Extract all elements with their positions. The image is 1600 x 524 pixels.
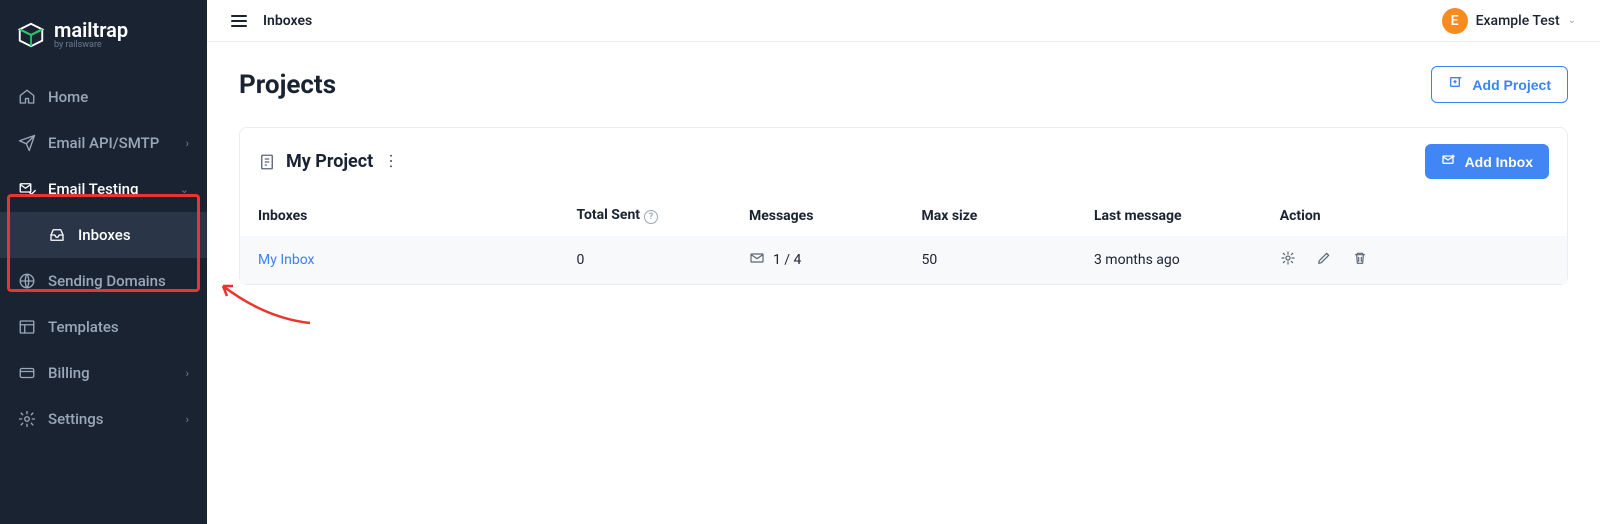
col-messages: Messages bbox=[749, 208, 813, 224]
user-name: Example Test bbox=[1476, 13, 1560, 29]
avatar: E bbox=[1442, 8, 1468, 34]
inboxes-table: Inboxes Total Sent? Messages Max size La… bbox=[240, 195, 1567, 284]
col-action: Action bbox=[1280, 208, 1321, 224]
sidebar-item-sending-domains[interactable]: Sending Domains bbox=[0, 258, 207, 304]
inbox-link[interactable]: My Inbox bbox=[258, 252, 315, 268]
help-icon[interactable]: ? bbox=[644, 210, 658, 224]
main-content: Inboxes E Example Test ⌄ Projects Add Pr… bbox=[207, 0, 1600, 524]
card-icon bbox=[18, 364, 36, 382]
sidebar-subitem-inboxes[interactable]: Inboxes bbox=[0, 212, 207, 258]
chevron-down-icon: ⌄ bbox=[180, 183, 189, 196]
sidebar-item-templates[interactable]: Templates bbox=[0, 304, 207, 350]
project-icon bbox=[258, 153, 276, 171]
sidebar-item-label: Email API/SMTP bbox=[48, 134, 159, 152]
inbox-icon bbox=[48, 226, 66, 244]
sidebar-item-label: Sending Domains bbox=[48, 272, 166, 290]
hamburger-icon[interactable] bbox=[231, 15, 247, 27]
sidebar-item-email-api[interactable]: Email API/SMTP › bbox=[0, 120, 207, 166]
breadcrumb: Inboxes bbox=[263, 13, 312, 29]
envelope-icon bbox=[749, 250, 765, 270]
sidebar-item-label: Home bbox=[48, 88, 88, 106]
add-inbox-label: Add Inbox bbox=[1465, 154, 1533, 170]
mail-check-icon bbox=[18, 180, 36, 198]
logo-icon bbox=[16, 20, 46, 50]
sidebar-item-label: Inboxes bbox=[78, 226, 131, 244]
add-project-button[interactable]: Add Project bbox=[1431, 66, 1568, 103]
cell-total-sent: 0 bbox=[576, 252, 584, 268]
delete-action-icon[interactable] bbox=[1352, 250, 1368, 270]
add-project-icon bbox=[1448, 75, 1464, 94]
chevron-down-icon: ⌄ bbox=[1568, 15, 1576, 26]
project-card: My Project ⋯ Add Inbox Inboxes Total Sen… bbox=[239, 127, 1568, 285]
table-row: My Inbox 0 1 / 4 50 3 months ago bbox=[240, 236, 1567, 284]
col-last-message: Last message bbox=[1094, 208, 1182, 224]
sidebar-nav: Home Email API/SMTP › Email Testing ⌄ In… bbox=[0, 74, 207, 442]
settings-action-icon[interactable] bbox=[1280, 250, 1296, 270]
add-inbox-icon bbox=[1441, 152, 1457, 171]
globe-icon bbox=[18, 272, 36, 290]
chevron-right-icon: › bbox=[186, 413, 189, 426]
page-content: Projects Add Project My Project ⋯ Add In… bbox=[207, 42, 1600, 309]
layout-icon bbox=[18, 318, 36, 336]
cell-max-size: 50 bbox=[921, 252, 937, 268]
sidebar-item-billing[interactable]: Billing › bbox=[0, 350, 207, 396]
add-inbox-button[interactable]: Add Inbox bbox=[1425, 144, 1549, 179]
gear-icon bbox=[18, 410, 36, 428]
col-total-sent: Total Sent bbox=[576, 207, 640, 223]
sidebar-item-label: Billing bbox=[48, 364, 90, 382]
send-icon bbox=[18, 134, 36, 152]
sidebar: mailtrap by railsware Home Email API/SMT… bbox=[0, 0, 207, 524]
sidebar-item-label: Templates bbox=[48, 318, 119, 336]
edit-action-icon[interactable] bbox=[1316, 250, 1332, 270]
chevron-right-icon: › bbox=[186, 367, 189, 380]
cell-last-message: 3 months ago bbox=[1094, 252, 1180, 268]
home-icon bbox=[18, 88, 36, 106]
user-menu-button[interactable]: E Example Test ⌄ bbox=[1442, 8, 1576, 34]
brand-name: mailtrap bbox=[54, 20, 128, 40]
col-inboxes: Inboxes bbox=[258, 208, 307, 224]
kebab-menu-icon[interactable]: ⋯ bbox=[382, 153, 401, 170]
sidebar-item-email-testing[interactable]: Email Testing ⌄ bbox=[0, 166, 207, 212]
sidebar-item-label: Settings bbox=[48, 410, 104, 428]
col-max-size: Max size bbox=[921, 208, 977, 224]
cell-messages: 1 / 4 bbox=[773, 252, 801, 268]
project-name: My Project bbox=[286, 151, 373, 172]
sidebar-item-label: Email Testing bbox=[48, 180, 139, 198]
brand-logo[interactable]: mailtrap by railsware bbox=[0, 0, 207, 74]
topbar: Inboxes E Example Test ⌄ bbox=[207, 0, 1600, 42]
project-header: My Project ⋯ Add Inbox bbox=[240, 128, 1567, 195]
sidebar-item-settings[interactable]: Settings › bbox=[0, 396, 207, 442]
add-project-label: Add Project bbox=[1472, 77, 1551, 93]
sidebar-item-home[interactable]: Home bbox=[0, 74, 207, 120]
chevron-right-icon: › bbox=[186, 137, 189, 150]
page-title: Projects bbox=[239, 70, 336, 100]
